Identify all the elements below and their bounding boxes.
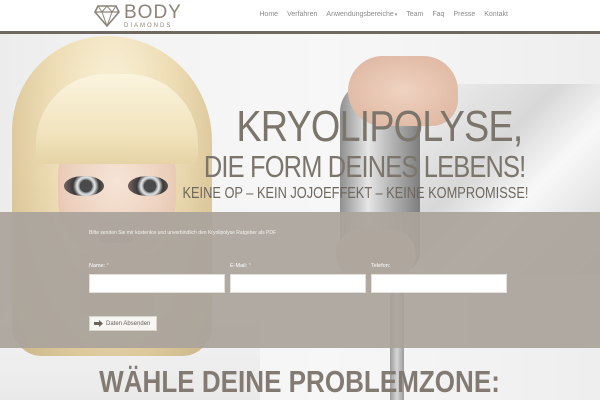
- nav-item-anwendungsbereiche[interactable]: Anwendungsbereiche▾: [326, 11, 397, 18]
- phone-field-group: Telefon:: [371, 263, 507, 293]
- nav-item-kontakt[interactable]: Kontakt: [484, 11, 508, 18]
- name-input[interactable]: [89, 274, 225, 293]
- email-label: E-Mail:: [230, 263, 248, 269]
- download-form: Bitte senden Sie mir kostenlos und unver…: [0, 212, 600, 348]
- logo-tagline: DIAMONDS: [124, 23, 173, 29]
- required-mark: *: [248, 263, 251, 269]
- problemzone-heading-text: WÄHLE DEINE PROBLEMZONE:: [99, 364, 501, 399]
- hero-subtitle: DIE FORM DEINES LEBENS!: [203, 149, 525, 184]
- header-divider: [0, 31, 600, 34]
- name-field-group: Name: *: [89, 263, 225, 293]
- nav-item-verfahren[interactable]: Verfahren: [287, 11, 317, 18]
- nav-item-home[interactable]: Home: [259, 11, 278, 18]
- problemzone-heading: WÄHLE DEINE PROBLEMZONE:: [0, 364, 600, 400]
- name-label: Name:: [89, 263, 106, 269]
- submit-button[interactable]: Daten Absenden: [89, 316, 158, 331]
- logo-name: BODY: [124, 2, 182, 23]
- hero-headline: KRYOLIPOLYSE, DIE FORM DEINES LEBENS! KE…: [96, 102, 528, 203]
- email-input[interactable]: [230, 274, 366, 293]
- diamond-logo-icon: [94, 5, 120, 27]
- arrow-right-icon: [94, 320, 103, 327]
- nav-item-faq[interactable]: Faq: [432, 11, 444, 18]
- required-mark: *: [106, 263, 109, 269]
- hero-title: KRYOLIPOLYSE,: [235, 102, 523, 151]
- logo[interactable]: BODY DIAMONDS: [94, 3, 182, 29]
- phone-label: Telefon:: [371, 263, 391, 269]
- chevron-down-icon: ▾: [394, 12, 398, 18]
- main-nav: Home Verfahren Anwendungsbereiche▾ Team …: [259, 11, 508, 18]
- page: BODY DIAMONDS Home Verfahren Anwendungsb…: [0, 0, 600, 400]
- phone-input[interactable]: [371, 274, 507, 293]
- site-header: BODY DIAMONDS Home Verfahren Anwendungsb…: [0, 0, 600, 33]
- hero-tagline: KEINE OP – KEIN JOJOEFFEKT – KEINE KOMPR…: [182, 185, 528, 202]
- form-intro: Bitte senden Sie mir kostenlos und unver…: [89, 230, 277, 236]
- nav-item-anwendungsbereiche-label: Anwendungsbereiche: [326, 11, 394, 18]
- submit-label: Daten Absenden: [106, 320, 151, 327]
- email-field-group: E-Mail: *: [230, 263, 366, 293]
- nav-item-team[interactable]: Team: [406, 11, 423, 18]
- nav-item-presse[interactable]: Presse: [453, 11, 475, 18]
